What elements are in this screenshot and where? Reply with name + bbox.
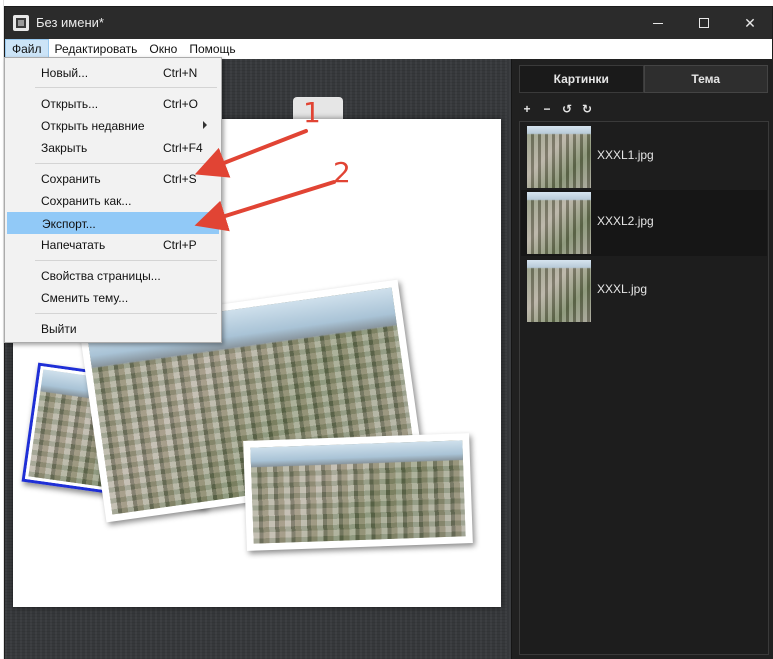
rotate-left-icon[interactable]: ↺ <box>560 102 574 116</box>
close-button[interactable]: ✕ <box>727 7 773 39</box>
menu-item-label: Закрыть <box>41 141 88 155</box>
menu-item-save-as[interactable]: Сохранить как... <box>7 190 219 212</box>
menu-help[interactable]: Помощь <box>183 39 241 59</box>
maximize-icon <box>699 18 709 28</box>
menu-item-label: Свойства страницы... <box>41 269 161 283</box>
menu-file[interactable]: Файл <box>5 39 49 59</box>
submenu-arrow-icon <box>203 121 207 129</box>
tab-theme[interactable]: Тема <box>643 65 768 93</box>
image-filename: XXXL1.jpg <box>597 148 654 162</box>
annotation-step-1: 1 <box>303 96 321 129</box>
menu-item-new[interactable]: Новый... Ctrl+N <box>7 62 219 84</box>
image-thumbnail <box>527 192 591 254</box>
minimize-button[interactable] <box>635 7 681 39</box>
tab-pictures[interactable]: Картинки <box>519 65 644 93</box>
menu-item-save[interactable]: Сохранить Ctrl+S <box>7 168 219 190</box>
menu-separator <box>35 313 217 314</box>
menu-separator <box>35 163 217 164</box>
menu-separator <box>35 260 217 261</box>
list-item[interactable]: XXXL1.jpg <box>521 124 767 190</box>
image-thumbnail <box>527 126 591 188</box>
add-icon[interactable]: + <box>520 102 534 116</box>
menu-item-open-recent[interactable]: Открыть недавние <box>7 115 219 137</box>
menu-item-label: Открыть... <box>41 97 99 111</box>
menu-edit[interactable]: Редактировать <box>49 39 144 59</box>
menu-item-label: Выйти <box>41 322 77 336</box>
menu-bar: Файл Редактировать Окно Помощь <box>5 39 772 59</box>
menu-item-label: Новый... <box>41 66 89 80</box>
list-item[interactable]: XXXL2.jpg <box>521 190 767 256</box>
collage-photo-small[interactable] <box>243 433 473 551</box>
right-panel: Картинки Тема + − ↺ ↻ XXXL1.jpg XXXL2.jp… <box>511 59 773 659</box>
image-toolbar: + − ↺ ↻ <box>520 102 594 116</box>
menu-item-change-theme[interactable]: Сменить тему... <box>7 287 219 309</box>
menu-item-shortcut: Ctrl+P <box>163 238 197 252</box>
image-thumbnail <box>527 260 591 322</box>
menu-separator <box>35 87 217 88</box>
photo-image <box>250 440 466 544</box>
menu-item-label: Сменить тему... <box>41 291 129 305</box>
menu-item-shortcut: Ctrl+N <box>163 66 198 80</box>
menu-item-page-properties[interactable]: Свойства страницы... <box>7 265 219 287</box>
menu-window[interactable]: Окно <box>143 39 183 59</box>
annotation-step-2: 2 <box>333 156 351 189</box>
maximize-button[interactable] <box>681 7 727 39</box>
menu-item-shortcut: Ctrl+S <box>163 172 197 186</box>
app-icon <box>13 15 29 31</box>
list-item[interactable]: XXXL.jpg <box>521 258 767 324</box>
menu-item-label: Экспорт... <box>42 217 96 231</box>
panel-tabs: Картинки Тема <box>519 65 768 93</box>
menu-item-label: Открыть недавние <box>41 119 145 133</box>
menu-item-shortcut: Ctrl+O <box>163 97 199 111</box>
menu-item-label: Сохранить <box>41 172 101 186</box>
close-icon: ✕ <box>744 14 756 31</box>
menu-item-close[interactable]: Закрыть Ctrl+F4 <box>7 137 219 159</box>
menu-item-exit[interactable]: Выйти <box>7 318 219 340</box>
image-list: XXXL1.jpg XXXL2.jpg XXXL.jpg <box>519 121 769 655</box>
menu-item-label: Напечатать <box>41 238 106 252</box>
image-filename: XXXL2.jpg <box>597 214 654 228</box>
menu-item-print[interactable]: Напечатать Ctrl+P <box>7 234 219 256</box>
menu-item-shortcut: Ctrl+F4 <box>163 141 203 155</box>
remove-icon[interactable]: − <box>540 102 554 116</box>
rotate-right-icon[interactable]: ↻ <box>580 102 594 116</box>
file-menu-dropdown: Новый... Ctrl+N Открыть... Ctrl+O Открыт… <box>4 57 222 343</box>
minimize-icon <box>653 22 663 24</box>
menu-item-export[interactable]: Экспорт... <box>7 212 219 234</box>
menu-item-label: Сохранить как... <box>41 194 132 208</box>
window-title: Без имени* <box>36 15 104 30</box>
title-bar: Без имени* ✕ <box>5 7 772 39</box>
menu-item-open[interactable]: Открыть... Ctrl+O <box>7 93 219 115</box>
image-filename: XXXL.jpg <box>597 282 648 296</box>
